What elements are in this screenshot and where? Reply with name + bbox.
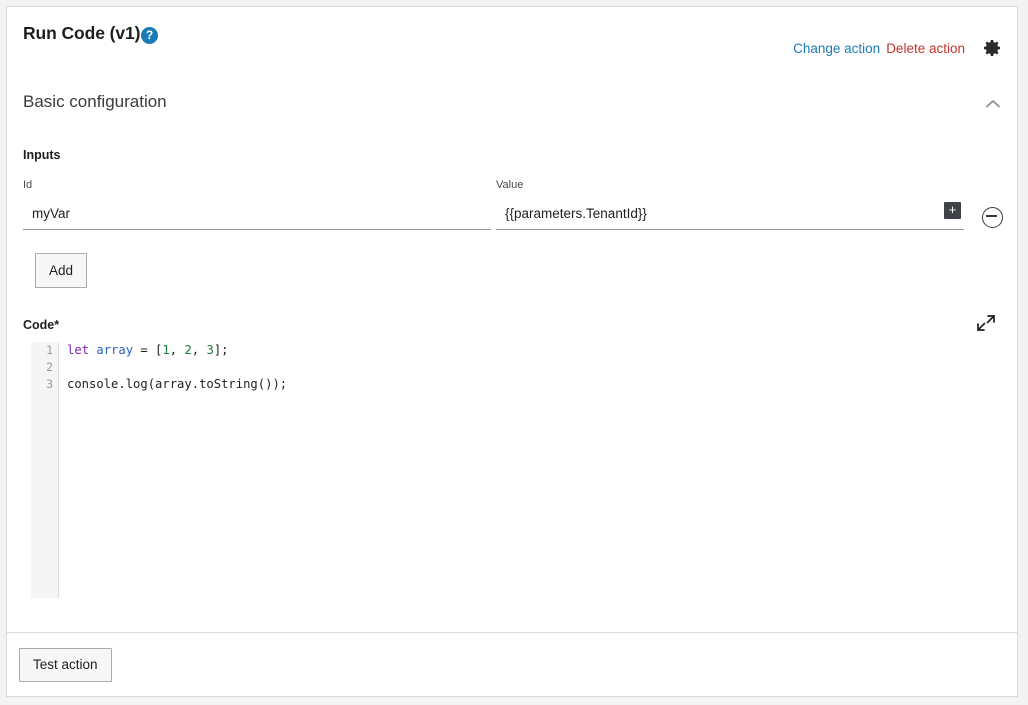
gutter-line-number: 1 <box>46 343 53 357</box>
code-token: , <box>169 343 185 357</box>
input-id-field[interactable]: myVar <box>23 202 491 230</box>
input-value-field-wrapper: Value {{parameters.TenantId}} + <box>496 179 964 230</box>
delete-action-link[interactable]: Delete action <box>886 41 965 56</box>
gear-icon[interactable] <box>981 37 1003 59</box>
input-value-value[interactable]: {{parameters.TenantId}} <box>505 204 647 224</box>
panel-body: Run Code (v1) ? Change action Delete act… <box>7 7 1017 632</box>
minus-circle-icon[interactable] <box>982 207 1003 228</box>
expand-arrows-icon[interactable] <box>975 312 997 334</box>
code-token: 3 <box>206 343 214 357</box>
add-input-button[interactable]: Add <box>35 253 88 288</box>
code-token: = [ <box>133 343 163 357</box>
test-action-button[interactable]: Test action <box>19 647 112 682</box>
section-title: Basic configuration <box>23 92 167 111</box>
code-token: let <box>67 343 90 357</box>
header-actions: Change action Delete action <box>793 37 1003 59</box>
code-token: 2 <box>184 343 192 357</box>
input-id-value[interactable]: myVar <box>32 204 70 224</box>
gutter-line-number: 3 <box>46 377 53 391</box>
code-line: console.log(array.toString()); <box>67 376 1001 393</box>
code-content[interactable]: let array = [1, 2, 3]; console.log(array… <box>67 342 1001 393</box>
code-token: array <box>96 343 134 357</box>
plus-icon[interactable]: + <box>944 202 961 219</box>
input-value-field[interactable]: {{parameters.TenantId}} + <box>496 202 964 230</box>
change-action-link[interactable]: Change action <box>793 41 880 56</box>
action-config-panel: Run Code (v1) ? Change action Delete act… <box>6 6 1018 697</box>
input-value-label: Value <box>496 179 524 191</box>
code-label: Code* <box>23 318 60 332</box>
code-line: let array = [1, 2, 3]; <box>67 342 1001 359</box>
code-gutter: 1 2 3 <box>31 342 59 598</box>
inputs-group-label: Inputs <box>23 148 61 162</box>
input-id-field-wrapper: Id myVar <box>23 179 491 230</box>
code-editor[interactable]: 1 2 3 let array = [1, 2, 3]; console.log… <box>23 342 1001 598</box>
code-token: console.log(array.toString()); <box>67 377 288 391</box>
page-title: Run Code (v1) <box>23 23 141 43</box>
gutter-line-number: 2 <box>46 360 53 374</box>
chevron-up-icon[interactable] <box>983 95 1003 111</box>
code-token: ]; <box>213 343 229 357</box>
panel-footer: Test action <box>7 632 1017 696</box>
code-token: 1 <box>162 343 170 357</box>
panel-header: Run Code (v1) ? Change action Delete act… <box>7 7 1017 65</box>
input-id-label: Id <box>23 179 33 191</box>
code-token: , <box>191 343 207 357</box>
help-circle-icon[interactable]: ? <box>141 27 158 44</box>
